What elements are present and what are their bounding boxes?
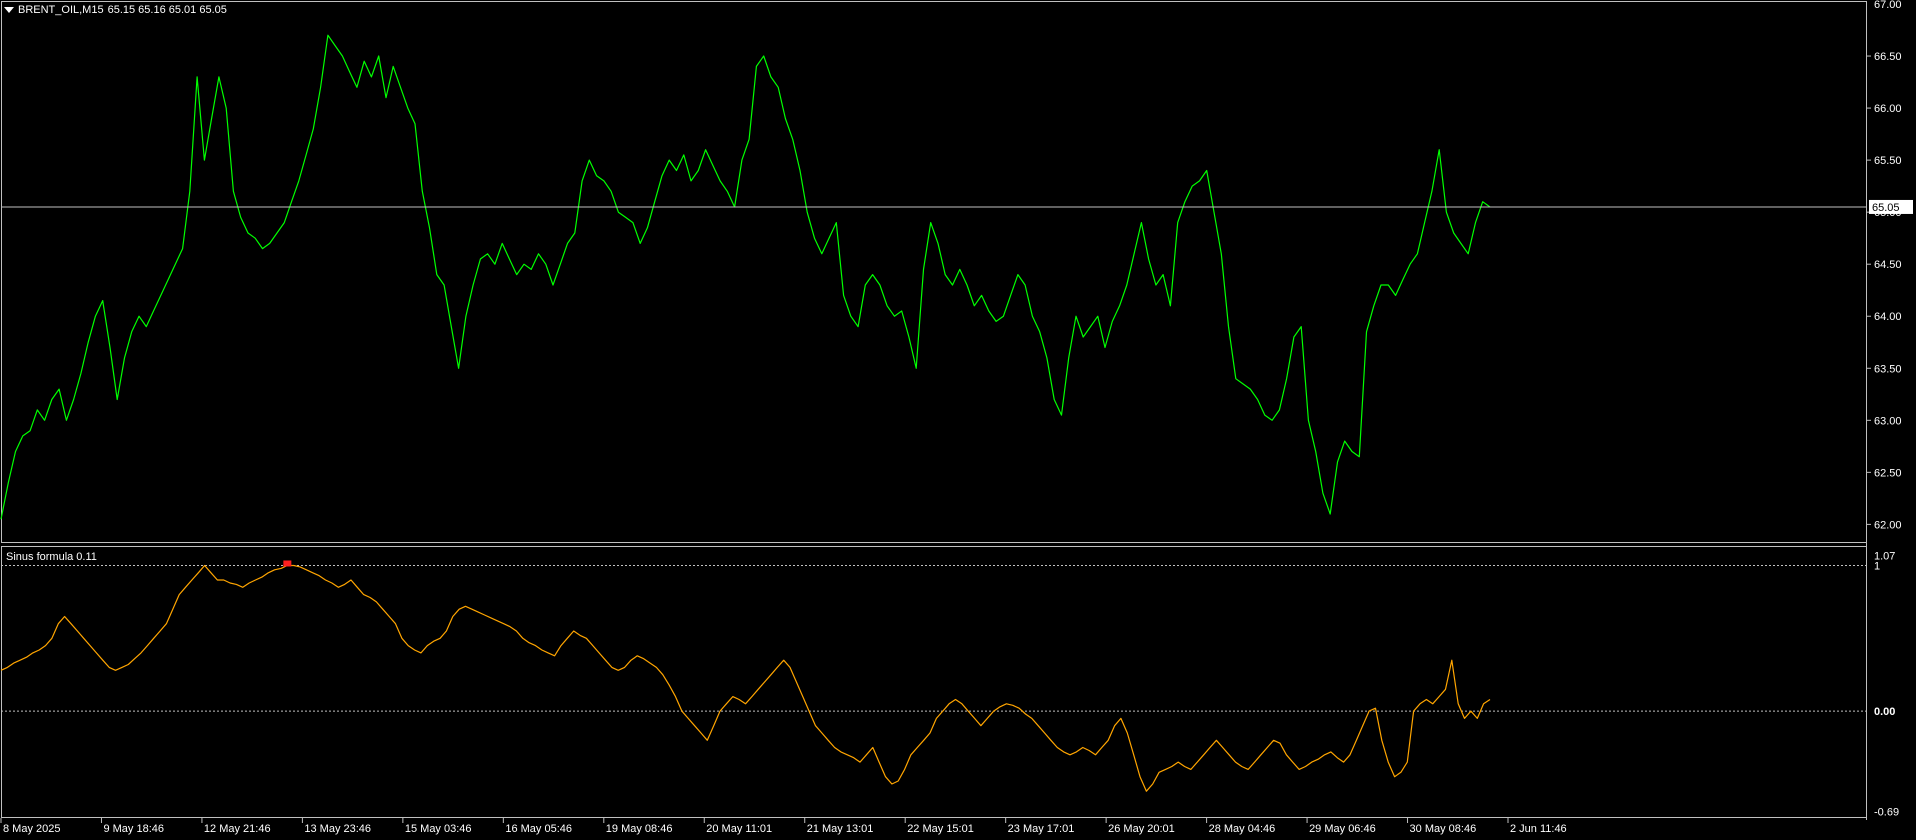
time-tick-label: 8 May 2025	[3, 823, 60, 835]
price-tick-label: 67.00	[1874, 0, 1902, 11]
time-tick-label: 29 May 06:46	[1309, 823, 1376, 835]
price-tick-label: 66.00	[1874, 103, 1902, 115]
chart-header: BRENT_OIL,M15 65.15 65.16 65.01 65.05	[4, 4, 227, 16]
chart-canvas[interactable]: 67.0066.5066.0065.5065.0064.5064.0063.50…	[0, 0, 1916, 840]
time-tick-label: 15 May 03:46	[405, 823, 472, 835]
symbol-label: BRENT_OIL,M15	[18, 4, 104, 16]
time-tick-label: 12 May 21:46	[204, 823, 271, 835]
time-tick-label: 28 May 04:46	[1209, 823, 1276, 835]
time-tick-label: 26 May 20:01	[1108, 823, 1175, 835]
current-price-label: 65.05	[1872, 202, 1900, 214]
chart-menu-triangle-icon[interactable]	[4, 7, 14, 13]
indicator-plot[interactable]	[0, 560, 1491, 792]
price-tick-label: 64.50	[1874, 259, 1902, 271]
indicator-panel-border	[1, 546, 1867, 818]
indicator-title: Sinus formula 0.11	[6, 551, 97, 563]
price-tick-label: 62.00	[1874, 519, 1902, 531]
price-tick-label: 66.50	[1874, 51, 1902, 63]
time-tick-label: 22 May 15:01	[907, 823, 974, 835]
price-tick-label: 62.50	[1874, 467, 1902, 479]
chart-frame	[1, 1, 1867, 820]
signal-marker	[283, 560, 292, 567]
price-series-line[interactable]	[0, 34, 1491, 520]
price-tick-label: 63.50	[1874, 363, 1902, 375]
price-panel-border	[1, 1, 1867, 543]
y-axis: 67.0066.5066.0065.5065.0064.5064.0063.50…	[1866, 0, 1913, 819]
indicator-tick-label: 1	[1874, 560, 1880, 572]
indicator-series-line[interactable]	[0, 564, 1491, 792]
ohlc-values: 65.15 65.16 65.01 65.05	[107, 4, 227, 16]
price-tick-label: 65.50	[1874, 155, 1902, 167]
time-tick-label: 13 May 23:46	[304, 823, 371, 835]
indicator-tick-label: 0.00	[1874, 706, 1895, 718]
time-tick-label: 2 Jun 11:46	[1510, 823, 1567, 835]
x-axis: 8 May 2025 9 May 18:46 12 May 21:46 13 May …	[0, 818, 1567, 835]
time-tick-label: 19 May 08:46	[606, 823, 673, 835]
price-plot[interactable]	[0, 34, 1866, 520]
time-tick-label: 23 May 17:01	[1008, 823, 1075, 835]
indicator-tick-label: -0.69	[1874, 807, 1899, 819]
time-tick-label: 30 May 08:46	[1410, 823, 1477, 835]
price-tick-label: 64.00	[1874, 311, 1902, 323]
time-tick-label: 16 May 05:46	[505, 823, 572, 835]
price-tick-label: 63.00	[1874, 415, 1902, 427]
time-tick-label: 20 May 11:01	[706, 823, 772, 835]
chart-window[interactable]: 67.0066.5066.0065.5065.0064.5064.0063.50…	[0, 0, 1916, 840]
time-tick-label: 9 May 18:46	[103, 823, 164, 835]
time-tick-label: 21 May 13:01	[807, 823, 874, 835]
grid-lines	[1, 564, 1866, 712]
